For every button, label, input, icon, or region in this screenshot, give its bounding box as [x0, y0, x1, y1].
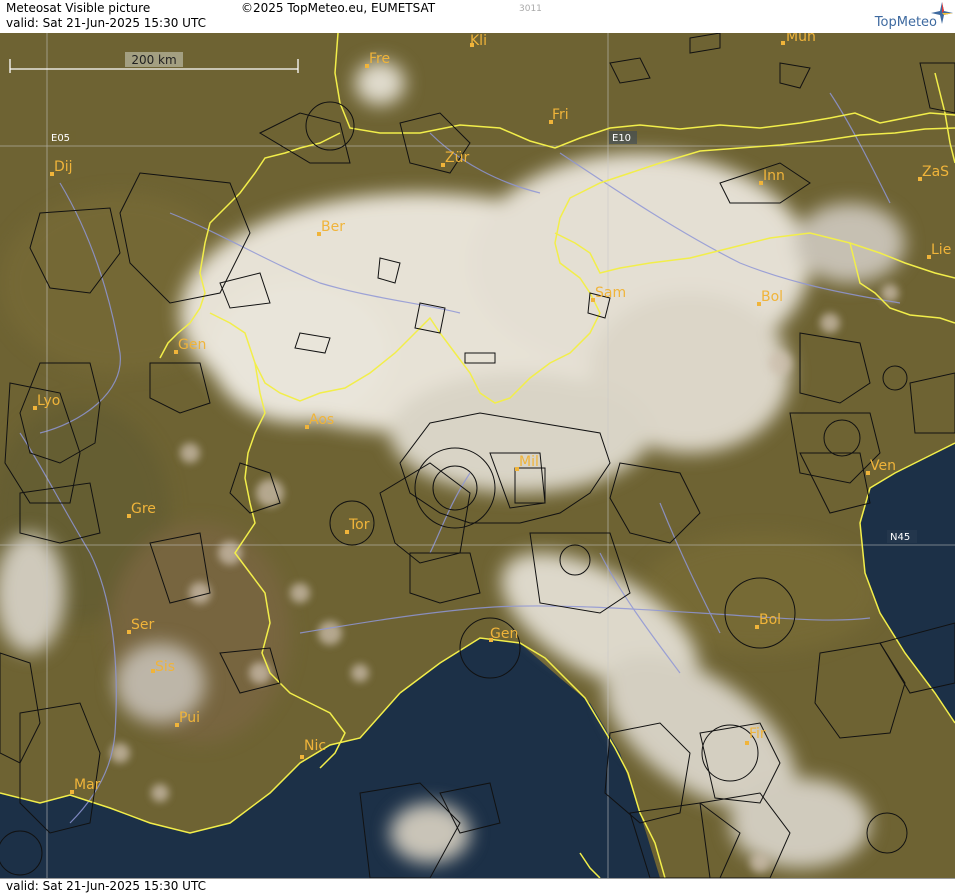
city-bol-north[interactable]: Bol	[757, 289, 783, 306]
svg-text:Gen: Gen	[178, 337, 206, 353]
topmeteo-logo-text[interactable]: TopMeteo	[875, 15, 937, 30]
svg-text:Ber: Ber	[321, 219, 345, 235]
city-gen-genoa[interactable]: Gen	[489, 626, 518, 642]
city-lie[interactable]: Lie	[927, 242, 951, 259]
svg-text:Fir: Fir	[749, 726, 766, 742]
svg-text:Fre: Fre	[369, 51, 390, 67]
footer-bar: valid: Sat 21-Jun-2025 15:30 UTC	[0, 878, 955, 894]
compass-star-icon	[931, 2, 953, 24]
meteosat-viewer: Meteosat Visible picture valid: Sat 21-J…	[0, 0, 955, 894]
city-sam[interactable]: Sam	[591, 285, 626, 302]
city-gen-geneva[interactable]: Gen	[174, 337, 206, 354]
city-lyo[interactable]: Lyo	[33, 393, 60, 410]
city-fri[interactable]: Fri	[549, 107, 569, 124]
city-tor[interactable]: Tor	[345, 517, 370, 534]
city-pui[interactable]: Pui	[175, 710, 200, 727]
city-mar[interactable]: Mar	[70, 777, 101, 794]
svg-text:Zür: Zür	[445, 150, 469, 166]
svg-text:Dij: Dij	[54, 159, 73, 175]
svg-text:Kli: Kli	[470, 33, 487, 49]
header-bar: Meteosat Visible picture valid: Sat 21-J…	[0, 0, 955, 34]
svg-text:Lie: Lie	[931, 242, 951, 258]
svg-text:Gen: Gen	[490, 626, 518, 642]
valid-time-bottom: valid: Sat 21-Jun-2025 15:30 UTC	[6, 879, 206, 893]
svg-text:Sis: Sis	[155, 659, 175, 675]
image-code: 3011	[519, 4, 542, 14]
svg-text:Fri: Fri	[552, 107, 569, 123]
city-zas[interactable]: ZaS	[918, 164, 949, 181]
svg-text:Gre: Gre	[131, 501, 156, 517]
grid-label-n45: N45	[890, 532, 910, 543]
city-bol-south[interactable]: Bol	[755, 612, 781, 629]
grid-label-e05: E05	[51, 133, 70, 144]
city-inn[interactable]: Inn	[759, 168, 785, 185]
city-gre[interactable]: Gre	[127, 501, 156, 518]
svg-text:Bol: Bol	[761, 289, 783, 305]
product-title: Meteosat Visible picture	[6, 1, 151, 15]
city-dij[interactable]: Dij	[50, 159, 73, 176]
city-fre[interactable]: Fre	[365, 51, 390, 68]
copyright-notice: ©2025 TopMeteo.eu, EUMETSAT	[241, 1, 436, 15]
map-canvas[interactable]: 200 km E05 E10 N45 Kli Mun Fre Fri Dij Z…	[0, 33, 955, 878]
svg-text:Pui: Pui	[179, 710, 200, 726]
svg-text:Mil: Mil	[519, 454, 539, 470]
city-aos[interactable]: Aos	[305, 412, 334, 429]
satellite-map[interactable]: 200 km E05 E10 N45 Kli Mun Fre Fri Dij Z…	[0, 33, 955, 878]
svg-text:Tor: Tor	[348, 517, 370, 533]
city-ser[interactable]: Ser	[127, 617, 155, 634]
svg-text:Ven: Ven	[870, 458, 896, 474]
city-ber[interactable]: Ber	[317, 219, 345, 236]
city-mil[interactable]: Mil	[515, 454, 539, 471]
city-ven[interactable]: Ven	[866, 458, 896, 475]
svg-text:Nic: Nic	[304, 738, 326, 754]
city-sis[interactable]: Sis	[151, 659, 175, 675]
svg-text:Ser: Ser	[131, 617, 155, 633]
svg-text:Bol: Bol	[759, 612, 781, 628]
svg-text:Inn: Inn	[763, 168, 785, 184]
city-zur[interactable]: Zür	[441, 150, 469, 167]
svg-text:Mun: Mun	[786, 33, 816, 45]
svg-text:Lyo: Lyo	[37, 393, 60, 409]
scale-bar-label: 200 km	[131, 53, 176, 67]
valid-time-top: valid: Sat 21-Jun-2025 15:30 UTC	[6, 16, 206, 30]
grid-label-e10: E10	[612, 133, 631, 144]
city-mun[interactable]: Mun	[781, 33, 816, 45]
svg-text:Sam: Sam	[595, 285, 626, 301]
svg-text:Mar: Mar	[74, 777, 101, 793]
svg-text:Aos: Aos	[309, 412, 334, 428]
city-kli[interactable]: Kli	[470, 33, 487, 49]
svg-text:ZaS: ZaS	[922, 164, 949, 180]
